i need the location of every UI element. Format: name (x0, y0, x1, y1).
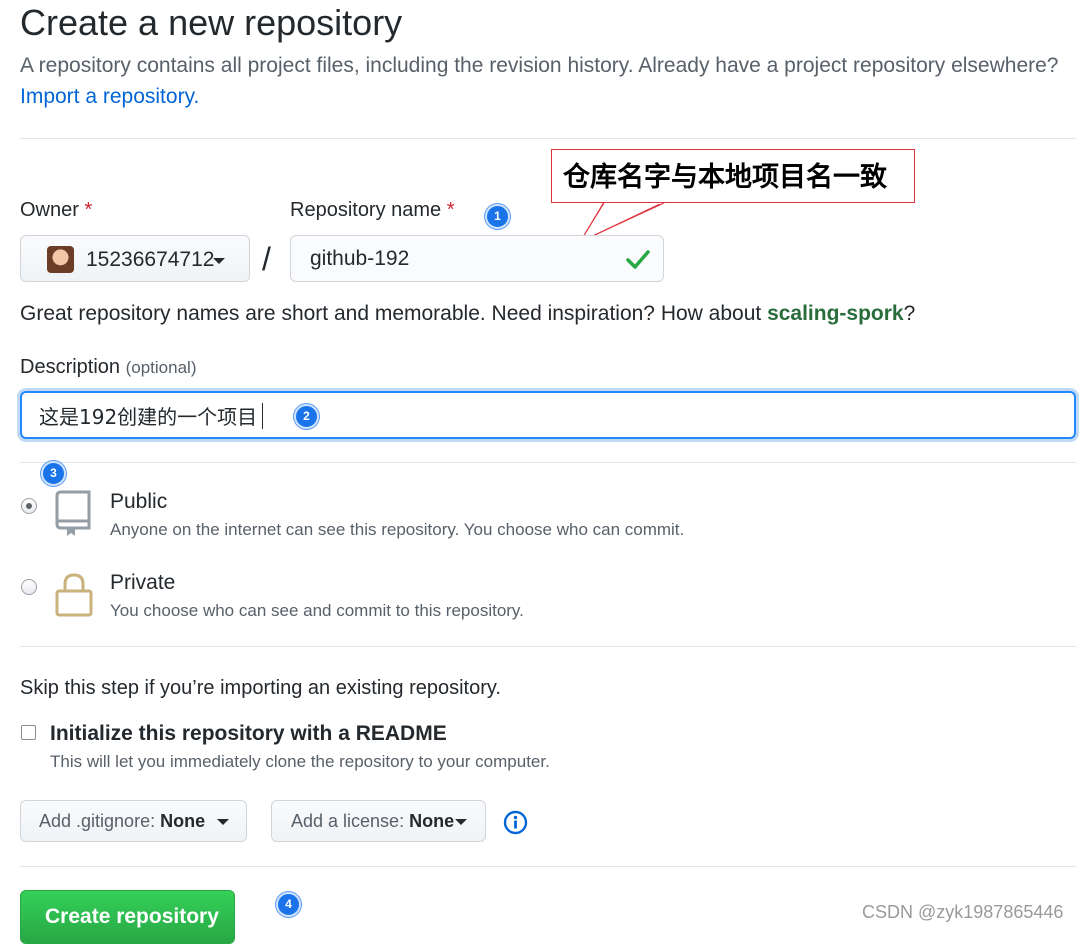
callout-pointer (578, 201, 665, 244)
readme-checkbox-label[interactable]: Initialize this repository with a README (50, 722, 447, 746)
callout-pointer-tip (578, 202, 665, 244)
readme-description: This will let you immediately clone the … (50, 752, 550, 771)
chevron-down-icon (217, 819, 229, 825)
license-select-button[interactable]: Add a license: None (271, 800, 486, 842)
private-radio[interactable] (21, 579, 37, 595)
page-title: Create a new repository (20, 2, 403, 43)
name-suggestion-link[interactable]: scaling-spork (767, 302, 904, 325)
step-badge-2: 2 (294, 404, 319, 429)
description-divider (20, 462, 1076, 463)
gitignore-select-button[interactable]: Add .gitignore: None (20, 800, 247, 842)
skip-step-text: Skip this step if you’re importing an ex… (20, 677, 501, 699)
create-repository-button-label: Create repository (45, 905, 219, 928)
public-option-title: Public (110, 490, 168, 513)
watermark: CSDN @zyk1987865446 (862, 902, 1064, 922)
step-badge-1: 1 (485, 204, 510, 229)
visibility-divider (20, 646, 1076, 647)
owner-name: 15236674712 (86, 248, 215, 271)
optional-label: (optional) (125, 358, 197, 377)
annotation-callout-text: 仓库名字与本地项目名一致 (563, 162, 887, 193)
description-label: Description (optional) (20, 356, 196, 379)
repository-required-mark: * (446, 199, 455, 221)
private-option-description: You choose who can see and commit to thi… (110, 601, 524, 620)
owner-label: Owner * (20, 199, 92, 222)
import-repository-link[interactable]: Import a repository. (20, 85, 199, 109)
header-divider (20, 138, 1076, 139)
license-value: None (409, 811, 455, 831)
avatar (47, 246, 74, 273)
info-icon[interactable] (503, 810, 528, 835)
lock-icon (55, 573, 93, 617)
chevron-down-icon (213, 258, 225, 264)
step-badge-4: 4 (276, 892, 301, 917)
repository-name-input[interactable] (290, 235, 664, 282)
gitignore-label: Add .gitignore: (39, 811, 156, 831)
readme-checkbox[interactable] (21, 725, 36, 740)
private-option-title: Private (110, 571, 176, 594)
gitignore-select-text: Add .gitignore: None (39, 811, 205, 832)
hint-suffix: ? (903, 302, 916, 325)
description-label-text: Description (20, 356, 121, 378)
hint-text: Great repository names are short and mem… (20, 302, 762, 325)
repository-name-label: Repository name * (290, 199, 455, 222)
public-radio[interactable] (21, 498, 37, 514)
repository-name-hint: Great repository names are short and mem… (20, 302, 915, 326)
gitignore-value: None (160, 811, 206, 831)
text-cursor (262, 403, 263, 429)
license-label: Add a license: (291, 811, 405, 831)
repo-icon (55, 490, 91, 536)
create-repository-button[interactable]: Create repository (20, 890, 235, 944)
chevron-down-icon (455, 819, 467, 825)
step-badge-3: 3 (41, 461, 66, 486)
description-input[interactable] (20, 391, 1076, 439)
radio-selected-dot (26, 503, 32, 509)
check-icon (626, 250, 650, 269)
init-divider (20, 866, 1076, 867)
owner-required-mark: * (84, 199, 93, 221)
owner-repo-separator: / (262, 241, 271, 277)
page-subtitle: A repository contains all project files,… (20, 54, 1059, 77)
license-select-text: Add a license: None (291, 811, 454, 832)
repository-name-label-text: Repository name (290, 199, 442, 221)
public-option-description: Anyone on the internet can see this repo… (110, 520, 685, 539)
owner-label-text: Owner (20, 199, 79, 221)
